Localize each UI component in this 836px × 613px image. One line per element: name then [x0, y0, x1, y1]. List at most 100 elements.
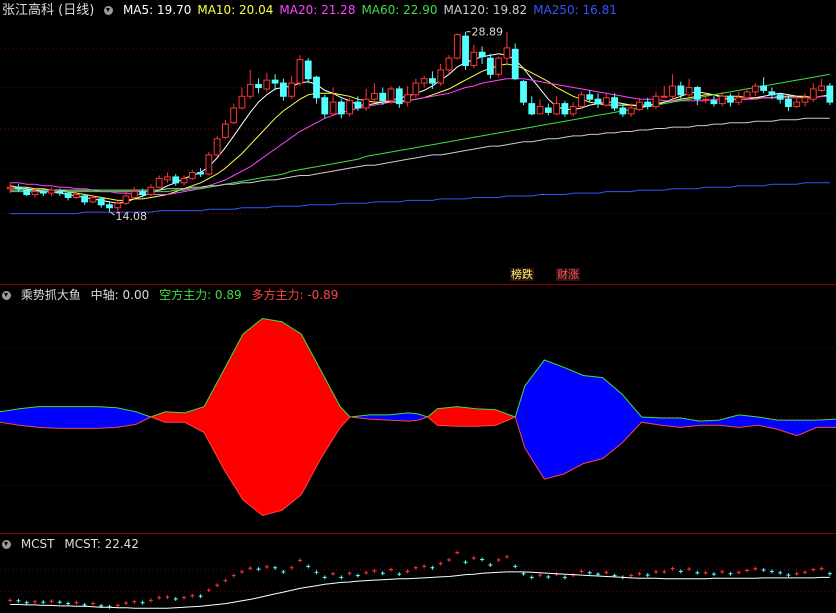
candle-body	[164, 176, 171, 181]
indicator-mid: 中轴: 0.00	[90, 288, 150, 302]
candle-body	[619, 107, 627, 115]
candle-body	[520, 81, 527, 103]
candle-body	[31, 191, 39, 196]
candle-body	[760, 85, 768, 91]
candle-body	[72, 194, 80, 198]
candle-body	[155, 177, 163, 188]
ma-label-5: MA250: 16.81	[533, 3, 617, 17]
candle-body	[255, 84, 262, 88]
stock-title: 张江高科 (日线)	[2, 3, 95, 18]
candle-body	[288, 82, 296, 97]
candle-body	[180, 177, 188, 184]
candle-body	[147, 186, 155, 196]
candle-body	[39, 191, 47, 194]
candle-body	[23, 189, 31, 196]
candle-body	[130, 191, 138, 198]
candle-body	[486, 57, 494, 75]
candle-body	[89, 196, 97, 203]
candle-body	[412, 82, 420, 96]
candle-body	[379, 92, 387, 102]
candle-body	[139, 191, 147, 196]
candle-body	[263, 79, 271, 90]
main-chart-panel: 28.89 14.08 张江高科 (日线) MA5: 19.70 MA10: 20.…	[0, 0, 836, 284]
candle-body	[106, 204, 113, 209]
candle-body	[702, 98, 710, 101]
candle-body	[296, 59, 304, 84]
tag-cai-zhang[interactable]: 财涨	[556, 268, 580, 281]
ma-label-4: MA120: 19.82	[443, 3, 528, 17]
candle-body	[495, 57, 503, 75]
candle-body	[536, 106, 544, 115]
main-header: 张江高科 (日线) MA5: 19.70 MA10: 20.04 MA20: 21.…	[2, 2, 629, 18]
candle-body	[602, 97, 610, 106]
candle-body	[818, 85, 825, 91]
candle-body	[627, 107, 635, 115]
candle-body	[429, 78, 436, 84]
candle-body	[354, 101, 362, 109]
candle-body	[478, 51, 486, 58]
candle-body	[503, 47, 511, 59]
candle-body	[313, 76, 320, 99]
candle-body	[346, 100, 354, 115]
dropdown-icon[interactable]	[2, 540, 11, 549]
candle-body	[122, 195, 130, 204]
candle-body	[553, 103, 561, 115]
candle-body	[710, 100, 718, 105]
candle-body	[768, 91, 776, 96]
candle-body	[735, 97, 743, 103]
candle-body	[222, 123, 229, 138]
candle-body	[470, 51, 478, 66]
indicator-panel: 乘势抓大鱼 中轴: 0.00 空方主力: 0.89 多方主力: -0.89	[0, 285, 836, 533]
candle-body	[188, 172, 196, 179]
indicator-duo: 多方主力: -0.89	[251, 288, 339, 302]
mcst-value: MCST: 22.42	[64, 537, 139, 551]
candle-body	[776, 94, 784, 100]
candle-body	[685, 86, 693, 96]
candle-body	[114, 202, 122, 209]
candle-body	[81, 195, 89, 203]
candle-body	[809, 88, 817, 100]
candle-body	[56, 191, 64, 194]
candle-body	[751, 85, 759, 93]
candle-body	[321, 97, 329, 115]
area-segment-1	[150, 318, 350, 516]
candle-body	[97, 198, 105, 206]
mcst-line	[10, 571, 830, 609]
dropdown-icon[interactable]	[2, 291, 11, 300]
candle-body	[636, 101, 643, 110]
candle-body	[420, 78, 428, 84]
candle-body	[743, 91, 751, 99]
candle-body	[677, 85, 685, 96]
ma-line-ma10	[10, 63, 830, 201]
candle-body	[197, 172, 204, 175]
indicator-chart	[0, 317, 836, 517]
candle-body	[395, 88, 403, 105]
high-price-label: 28.89	[472, 26, 504, 39]
candle-body	[801, 97, 809, 103]
ma-line-ma250	[10, 182, 830, 215]
ma-label-2: MA20: 21.28	[279, 3, 356, 17]
candle-body	[528, 103, 536, 115]
tag-bang-die[interactable]: 榜跌	[510, 268, 534, 281]
candle-body	[64, 192, 72, 198]
dropdown-icon[interactable]	[104, 6, 114, 15]
candle-body	[594, 98, 602, 105]
indicator-header: 乘势抓大鱼 中轴: 0.00 空方主力: 0.89 多方主力: -0.89	[2, 287, 344, 303]
low-price-label: 14.08	[116, 210, 148, 223]
indicator-title: 乘势抓大鱼	[20, 288, 81, 302]
candle-body	[826, 85, 834, 103]
mcst-title: MCST	[20, 537, 55, 551]
ma-label-1: MA10: 20.04	[197, 3, 274, 17]
candle-body	[793, 101, 801, 108]
candle-body	[462, 35, 469, 66]
candle-body	[445, 57, 453, 71]
candle-body	[669, 85, 676, 97]
candle-body	[652, 95, 660, 108]
candle-body	[6, 186, 14, 190]
candle-body	[660, 95, 668, 98]
candle-body	[213, 138, 221, 156]
candle-body	[304, 60, 312, 80]
candle-body	[693, 86, 701, 100]
candle-body	[48, 189, 55, 194]
candle-body	[362, 98, 370, 109]
